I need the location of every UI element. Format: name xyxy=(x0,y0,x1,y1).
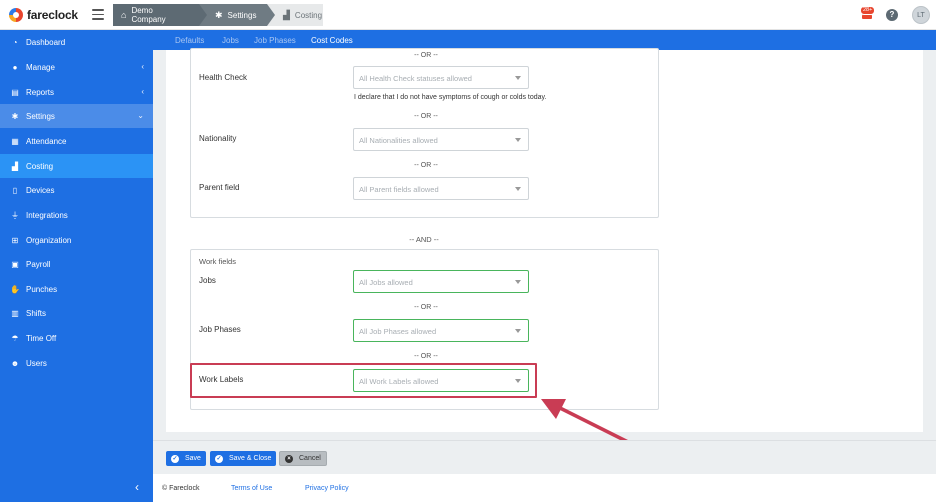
user-avatar[interactable]: LT xyxy=(912,6,930,24)
check-icon: ✓ xyxy=(171,454,179,463)
breadcrumb-demo-company[interactable]: ⌂ Demo Company xyxy=(113,4,207,26)
sidebar-item-costing[interactable]: ▟ Costing xyxy=(0,154,153,178)
hamburger-menu-icon[interactable] xyxy=(92,9,104,20)
terms-link[interactable]: Terms of Use xyxy=(231,485,272,492)
caret-down-icon xyxy=(515,329,521,333)
chevron-down-icon: ⌄ xyxy=(137,111,144,120)
health-check-label: Health Check xyxy=(199,73,248,82)
caret-down-icon xyxy=(515,76,521,80)
cancel-button[interactable]: × Cancel xyxy=(279,451,327,466)
sidebar-item-integrations[interactable]: ⏚ Integrations xyxy=(0,203,153,227)
chevron-left-icon: ‹ xyxy=(141,62,144,71)
sidebar-collapse-icon[interactable]: ‹ xyxy=(135,480,139,494)
sidebar-item-devices[interactable]: ▯ Devices xyxy=(0,178,153,202)
umbrella-icon: ☂ xyxy=(11,333,19,343)
jobs-select[interactable]: All Jobs allowed xyxy=(353,270,529,293)
job-phases-select[interactable]: All Job Phases allowed xyxy=(353,319,529,342)
or-separator: -- OR -- xyxy=(414,353,438,360)
app-name: fareclock xyxy=(27,8,78,22)
sidebar-item-manage[interactable]: ● Manage ‹ xyxy=(0,55,153,79)
users-icon: ☻ xyxy=(10,358,20,368)
breadcrumb-costing[interactable]: ▟ Costing xyxy=(267,4,323,26)
nationality-label: Nationality xyxy=(199,134,237,143)
sidebar-item-dashboard[interactable]: ◔ Dashboard xyxy=(0,30,153,54)
privacy-link[interactable]: Privacy Policy xyxy=(305,485,349,492)
sidebar-item-organization[interactable]: ⊞ Organization xyxy=(0,228,153,252)
sidebar: ◔ Dashboard ● Manage ‹ ▤ Reports ‹ ✱ Setting… xyxy=(0,30,153,502)
top-bar: fareclock ⌂ Demo Company ✱ Settings ▟ Co… xyxy=(0,0,936,30)
health-check-select[interactable]: All Health Check statuses allowed xyxy=(353,66,529,89)
home-icon: ⌂ xyxy=(121,10,127,20)
sidebar-item-payroll[interactable]: ▣ Payroll xyxy=(0,252,153,276)
plug-icon: ⏚ xyxy=(11,210,19,220)
sidebar-item-time-off[interactable]: ☂ Time Off xyxy=(0,326,153,350)
caret-down-icon xyxy=(515,138,521,142)
user-icon: ● xyxy=(12,62,18,72)
sidebar-item-users[interactable]: ☻ Users xyxy=(0,351,153,375)
logo[interactable]: fareclock xyxy=(9,8,78,22)
settings-tabs: Defaults Jobs Job Phases Cost Codes xyxy=(153,30,936,50)
device-icon: ▯ xyxy=(12,185,18,195)
health-check-declaration: I declare that I do not have symptoms of… xyxy=(354,94,547,101)
copyright: © Fareclock xyxy=(162,485,200,492)
tab-jobs[interactable]: Jobs xyxy=(222,36,239,45)
close-icon: × xyxy=(285,454,293,463)
chevron-left-icon: ‹ xyxy=(141,87,144,96)
highlight-box xyxy=(190,363,537,398)
check-icon: ✓ xyxy=(215,454,223,463)
dashboard-icon: ◔ xyxy=(12,37,18,47)
tab-job-phases[interactable]: Job Phases xyxy=(254,36,296,45)
parent-field-select[interactable]: All Parent fields allowed xyxy=(353,177,529,200)
jobs-label: Jobs xyxy=(199,276,216,285)
caret-down-icon xyxy=(515,280,521,284)
sidebar-item-attendance[interactable]: ▦ Attendance xyxy=(0,129,153,153)
or-separator: -- OR -- xyxy=(414,162,438,169)
gear-icon: ✱ xyxy=(215,9,223,20)
fareclock-logo-icon xyxy=(9,8,23,22)
tab-cost-codes[interactable]: Cost Codes xyxy=(305,36,359,50)
gear-icon: ✱ xyxy=(11,111,19,121)
save-button[interactable]: ✓ Save xyxy=(166,451,206,466)
breadcrumb: ⌂ Demo Company ✱ Settings ▟ Costing xyxy=(113,4,323,26)
factory-icon: ▟ xyxy=(283,9,290,20)
sidebar-item-shifts[interactable]: ▥ Shifts xyxy=(0,301,153,325)
nationality-select[interactable]: All Nationalities allowed xyxy=(353,128,529,151)
chart-icon: ▤ xyxy=(11,87,19,97)
sitemap-icon: ⊞ xyxy=(11,235,19,245)
sidebar-item-punches[interactable]: ✋ Punches xyxy=(0,277,153,301)
save-close-button[interactable]: ✓ Save & Close xyxy=(210,451,277,466)
and-separator: -- AND -- xyxy=(409,235,439,244)
work-fields-title: Work fields xyxy=(199,257,236,266)
factory-icon: ▟ xyxy=(11,161,19,171)
money-icon: ▣ xyxy=(11,259,19,269)
calendar-icon: ▥ xyxy=(11,308,19,318)
caret-down-icon xyxy=(515,187,521,191)
tab-defaults[interactable]: Defaults xyxy=(175,36,204,45)
attendance-icon: ▦ xyxy=(11,136,19,146)
job-phases-label: Job Phases xyxy=(199,325,241,334)
footer: © Fareclock Terms of Use Privacy Policy xyxy=(153,474,936,502)
hand-icon: ✋ xyxy=(10,284,20,294)
or-separator: -- OR -- xyxy=(414,52,438,59)
help-icon[interactable]: ? xyxy=(886,9,898,21)
or-separator: -- OR -- xyxy=(414,304,438,311)
sidebar-item-settings[interactable]: ✱ Settings ⌄ xyxy=(0,104,153,128)
sidebar-item-reports[interactable]: ▤ Reports ‹ xyxy=(0,80,153,104)
or-separator: -- OR -- xyxy=(414,113,438,120)
breadcrumb-settings[interactable]: ✱ Settings xyxy=(199,4,275,26)
parent-field-label: Parent field xyxy=(199,183,240,192)
notifications-badge: 28+ xyxy=(860,6,876,15)
